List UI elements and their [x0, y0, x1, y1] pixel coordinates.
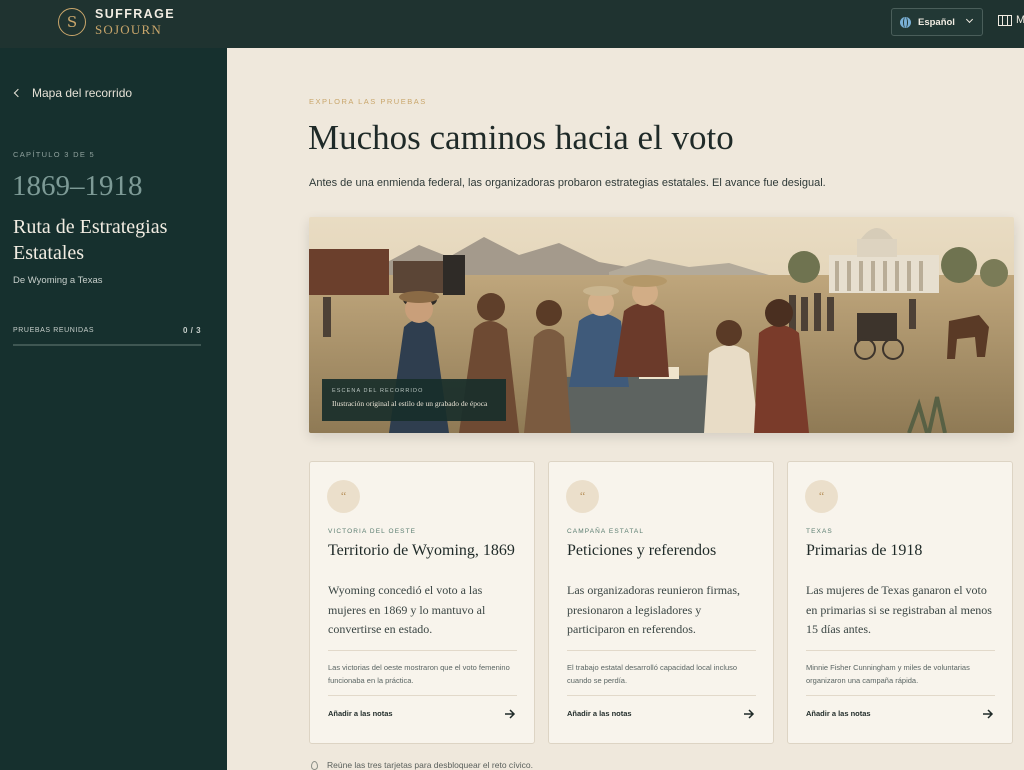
logo-mark[interactable]: S: [58, 8, 86, 36]
card-divider: [328, 650, 517, 651]
quote-icon: “: [327, 480, 360, 513]
brand-name[interactable]: SUFFRAGE: [95, 7, 175, 21]
map-icon[interactable]: [998, 15, 1012, 26]
card-title: Primarias de 1918: [806, 542, 923, 559]
card-note: Minnie Fisher Cunningham y miles de volu…: [806, 663, 970, 685]
intro-text: Antes de una enmienda federal, las organ…: [309, 177, 826, 189]
evidence-card[interactable]: “ CAMPAÑA ESTATAL Peticiones y referendo…: [548, 461, 774, 744]
top-bar: S SUFFRAGE SOJOURN Español M: [0, 0, 1024, 48]
location-pin-icon: [311, 760, 318, 770]
proofs-count: 0 / 3: [183, 326, 202, 335]
arrow-right-icon: [983, 709, 994, 719]
card-divider: [567, 650, 756, 651]
scene-caption: ESCENA DEL RECORRIDO Ilustración origina…: [322, 379, 506, 421]
card-divider: [328, 695, 517, 696]
proofs-label: PRUEBAS REUNIDAS: [13, 327, 95, 334]
card-tag: TEXAS: [806, 528, 833, 535]
scene-caption-label: ESCENA DEL RECORRIDO: [332, 388, 424, 394]
quote-icon: “: [805, 480, 838, 513]
card-title: Territorio de Wyoming, 1869: [328, 542, 515, 559]
evidence-card[interactable]: “ TEXAS Primarias de 1918 Las mujeres de…: [787, 461, 1013, 744]
add-to-notes-button[interactable]: Añadir a las notas: [567, 705, 756, 727]
card-divider: [806, 650, 995, 651]
chevron-down-icon: [965, 15, 974, 24]
card-body: Las mujeres de Texas ganaron el voto en …: [806, 583, 992, 636]
back-to-map-link[interactable]: Mapa del recorrido: [13, 86, 133, 100]
card-divider: [567, 695, 756, 696]
card-body: Wyoming concedió el voto a las mujeres e…: [328, 583, 486, 636]
card-divider: [806, 695, 995, 696]
add-to-notes-label: Añadir a las notas: [567, 709, 632, 718]
add-to-notes-button[interactable]: Añadir a las notas: [806, 705, 995, 727]
card-tag: CAMPAÑA ESTATAL: [567, 528, 645, 535]
card-note: Las victorias del oeste mostraron que el…: [328, 663, 510, 685]
language-label: Español: [918, 16, 955, 28]
chevron-left-icon: [13, 88, 23, 98]
evidence-card[interactable]: “ VICTORIA DEL OESTE Territorio de Wyomi…: [309, 461, 535, 744]
chapter-years: 1869–1918: [12, 170, 143, 202]
card-note: El trabajo estatal desarrolló capacidad …: [567, 663, 738, 685]
unlock-hint-text: Reúne las tres tarjetas para desbloquear…: [327, 760, 534, 770]
globe-icon: [900, 16, 911, 28]
route-title: Ruta de Estrategias Estatales: [13, 216, 168, 264]
scene-illustration: ESCENA DEL RECORRIDO Ilustración origina…: [309, 217, 1014, 433]
sidebar: Mapa del recorrido CAPÍTULO 3 DE 5 1869–…: [0, 48, 227, 770]
arrow-right-icon: [744, 709, 755, 719]
page-title: Muchos caminos hacia el voto: [308, 118, 734, 157]
unlock-hint: Reúne las tres tarjetas para desbloquear…: [311, 760, 533, 770]
quote-icon: “: [566, 480, 599, 513]
section-eyebrow: EXPLORA LAS PRUEBAS: [309, 97, 427, 106]
back-link-label: Mapa del recorrido: [32, 86, 133, 100]
card-body: Las organizadoras reunieron firmas, pres…: [567, 583, 741, 636]
scene-caption-text: Ilustración original al estilo de un gra…: [332, 399, 488, 408]
add-to-notes-button[interactable]: Añadir a las notas: [328, 705, 517, 727]
proofs-progress-bar: [13, 344, 201, 346]
card-title: Peticiones y referendos: [567, 542, 717, 559]
language-selector[interactable]: Español: [891, 8, 983, 36]
chapter-indicator: CAPÍTULO 3 DE 5: [13, 150, 96, 159]
brand-subname[interactable]: SOJOURN: [95, 22, 162, 38]
add-to-notes-label: Añadir a las notas: [328, 709, 393, 718]
card-tag: VICTORIA DEL OESTE: [328, 528, 417, 535]
map-button-label[interactable]: M: [1016, 14, 1024, 26]
route-subtitle: De Wyoming a Texas: [13, 275, 103, 286]
arrow-right-icon: [505, 709, 516, 719]
add-to-notes-label: Añadir a las notas: [806, 709, 871, 718]
